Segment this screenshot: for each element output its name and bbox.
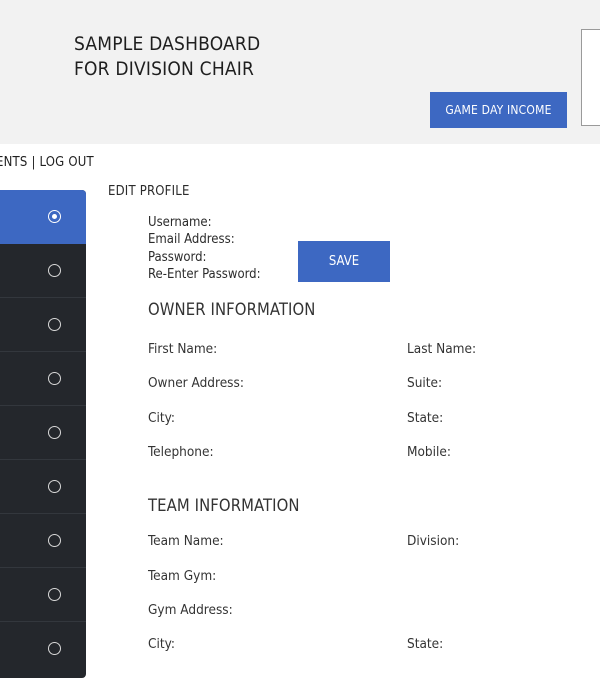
logout-link[interactable]: LOG OUT xyxy=(40,155,94,170)
username-label: Username: xyxy=(148,215,212,230)
mobile-label: Mobile: xyxy=(407,444,451,460)
radio-icon[interactable] xyxy=(48,480,61,493)
team-gym-label: Team Gym: xyxy=(148,568,217,584)
radio-icon[interactable] xyxy=(48,318,61,331)
owner-address-label: Owner Address: xyxy=(148,375,244,391)
game-day-income-button[interactable]: GAME DAY INCOME xyxy=(430,92,567,128)
top-nav: ENTS | LOG OUT xyxy=(0,155,94,170)
sidebar-item-8[interactable] xyxy=(0,568,86,622)
radio-selected-icon[interactable] xyxy=(48,210,61,223)
page-title-line1: SAMPLE DASHBOARD xyxy=(74,33,261,55)
email-label: Email Address: xyxy=(148,232,235,248)
owner-information-heading: OWNER INFORMATION xyxy=(148,300,316,319)
sidebar-item-4[interactable] xyxy=(0,352,86,406)
radio-icon[interactable] xyxy=(48,264,61,277)
team-name-label: Team Name: xyxy=(148,533,224,549)
sidebar-item-6[interactable]: s xyxy=(0,460,86,514)
telephone-label: Telephone: xyxy=(148,444,214,460)
radio-icon[interactable] xyxy=(48,642,61,655)
radio-icon[interactable] xyxy=(48,534,61,547)
header: SAMPLE DASHBOARD FOR DIVISION CHAIR GAME… xyxy=(0,0,600,144)
city-label: City: xyxy=(148,410,175,426)
last-name-label: Last Name: xyxy=(407,341,477,357)
page-title-line2: FOR DIVISION CHAIR xyxy=(74,58,255,80)
team-state-label: State: xyxy=(407,636,444,652)
state-label: State: xyxy=(407,410,444,426)
logo-placeholder xyxy=(581,29,600,126)
nav-separator: | xyxy=(31,155,36,170)
sidebar-item-3[interactable] xyxy=(0,298,86,352)
radio-icon[interactable] xyxy=(48,588,61,601)
team-information-heading: TEAM INFORMATION xyxy=(148,496,300,515)
account-fields: Username: Email Address: Password: Re-En… xyxy=(148,214,261,283)
radio-icon[interactable] xyxy=(48,372,61,385)
sidebar-item-7[interactable] xyxy=(0,514,86,568)
nav-item-partial[interactable]: ENTS xyxy=(0,155,28,170)
division-label: Division: xyxy=(407,533,460,549)
sidebar-item-5[interactable] xyxy=(0,406,86,460)
reenter-password-label: Re-Enter Password: xyxy=(148,266,261,282)
edit-profile-heading: EDIT PROFILE xyxy=(108,184,190,199)
radio-icon[interactable] xyxy=(48,426,61,439)
sidebar-item-1[interactable] xyxy=(0,190,86,244)
password-label: Password: xyxy=(148,249,207,265)
page-title: SAMPLE DASHBOARD FOR DIVISION CHAIR xyxy=(74,32,314,82)
first-name-label: First Name: xyxy=(148,341,218,357)
gym-address-label: Gym Address: xyxy=(148,602,233,618)
sidebar-item-9[interactable] xyxy=(0,622,86,676)
team-city-label: City: xyxy=(148,636,175,652)
sidebar: s s xyxy=(0,190,86,678)
sidebar-item-2[interactable]: s xyxy=(0,244,86,298)
suite-label: Suite: xyxy=(407,375,443,391)
save-button[interactable]: SAVE xyxy=(298,241,390,282)
